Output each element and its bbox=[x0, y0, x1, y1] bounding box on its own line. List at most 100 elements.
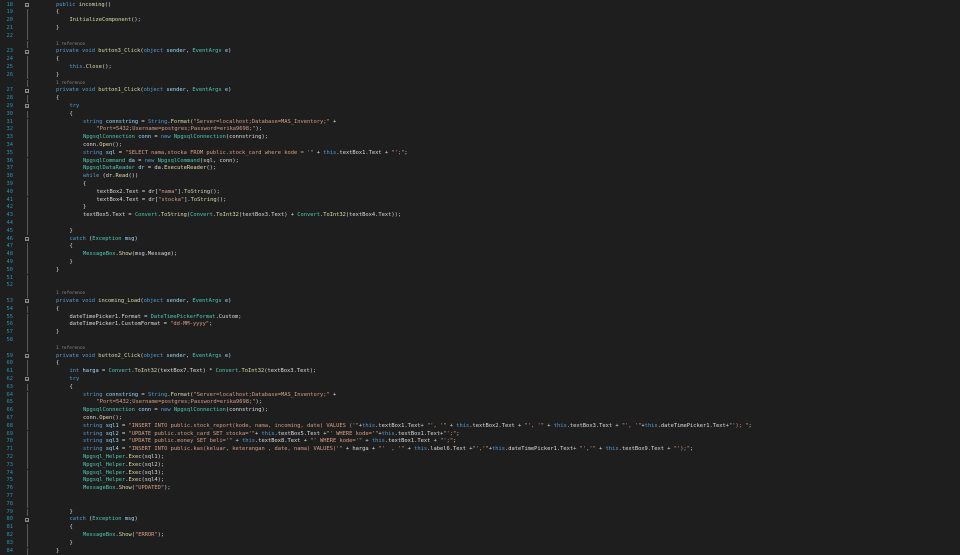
code-line[interactable]: 63{ bbox=[0, 384, 960, 392]
code-token: } bbox=[70, 540, 73, 546]
code-line[interactable]: 24{ bbox=[0, 56, 960, 64]
code-line[interactable]: 62−try bbox=[0, 376, 960, 384]
code-line[interactable]: 52 bbox=[0, 282, 960, 290]
code-line[interactable]: 22 bbox=[0, 33, 960, 41]
code-line[interactable]: 76MessageBox.Show("UPDATED"); bbox=[0, 485, 960, 493]
code-line[interactable]: 67conn.Open(); bbox=[0, 415, 960, 423]
code-line[interactable]: 18−public incoming() bbox=[0, 2, 960, 10]
code-token: Show bbox=[119, 251, 132, 257]
collapse-icon[interactable]: − bbox=[25, 50, 29, 54]
code-line[interactable]: 70string sql3 = "UPDATE public.money SET… bbox=[0, 438, 960, 446]
code-line[interactable]: 40textBox2.Text = dr["nama"].ToString(); bbox=[0, 189, 960, 197]
code-line[interactable]: 64string connstring = String.Format("Ser… bbox=[0, 392, 960, 400]
code-line[interactable]: 41textBox4.Text = dr["stocka"].ToString(… bbox=[0, 197, 960, 205]
code-line[interactable]: 1 reference bbox=[0, 345, 960, 353]
code-token: + bbox=[313, 150, 323, 156]
code-line[interactable]: 60{ bbox=[0, 360, 960, 368]
code-line[interactable]: 53−private void incoming_Load(object sen… bbox=[0, 298, 960, 306]
collapse-icon[interactable]: − bbox=[25, 3, 29, 7]
code-text: 1 reference bbox=[56, 80, 85, 88]
code-token: + bbox=[232, 438, 242, 444]
code-line[interactable]: 66NpgsqlConnection conn = new NpgsqlConn… bbox=[0, 407, 960, 415]
code-line[interactable]: 29−try bbox=[0, 103, 960, 111]
code-line[interactable]: 48MessageBox.Show(msg.Message); bbox=[0, 251, 960, 259]
codelens-reference[interactable]: 1 reference bbox=[56, 291, 85, 296]
code-line[interactable]: 82MessageBox.Show("ERROR"); bbox=[0, 532, 960, 540]
code-token: sender bbox=[166, 87, 185, 93]
code-line[interactable]: 69string sql2 = "UPDATE public.stock_car… bbox=[0, 431, 960, 439]
code-line[interactable]: 36NpgsqlCommand da = new NpgsqlCommand(s… bbox=[0, 158, 960, 166]
code-line[interactable]: 45} bbox=[0, 228, 960, 236]
code-line[interactable]: 37NpgsqlDataReader dr = da.ExecuteReader… bbox=[0, 165, 960, 173]
collapse-icon[interactable]: − bbox=[25, 354, 29, 358]
code-line[interactable]: 32"Port=5432;Username=postgres;Password=… bbox=[0, 126, 960, 134]
code-line[interactable]: 1 reference bbox=[0, 290, 960, 298]
code-line[interactable]: 28{ bbox=[0, 95, 960, 103]
code-line[interactable]: 71string sql4 = "INSERT INTO public.kas(… bbox=[0, 446, 960, 454]
collapse-icon[interactable]: − bbox=[25, 104, 29, 108]
code-text: 1 reference bbox=[56, 41, 85, 49]
code-line[interactable]: 59−private void button2_Click(object sen… bbox=[0, 353, 960, 361]
code-line[interactable]: 44 bbox=[0, 220, 960, 228]
code-line[interactable]: 46−catch (Exception msg) bbox=[0, 236, 960, 244]
code-line[interactable]: 47{ bbox=[0, 243, 960, 251]
code-line[interactable]: 42} bbox=[0, 204, 960, 212]
code-editor[interactable]: 18−public incoming()19{20InitializeCompo… bbox=[0, 0, 960, 548]
line-number: 72 bbox=[0, 454, 13, 462]
code-line[interactable]: 49} bbox=[0, 259, 960, 267]
code-token: textBox4.Text = dr[ bbox=[97, 197, 159, 203]
code-line[interactable]: 34conn.Open(); bbox=[0, 142, 960, 150]
code-line[interactable]: 33NpgsqlConnection conn = new NpgsqlConn… bbox=[0, 134, 960, 142]
code-line[interactable]: 55dateTimePicker1.Format = DateTimePicke… bbox=[0, 314, 960, 322]
code-line[interactable]: 68string sql1 = "INSERT INTO public.stoc… bbox=[0, 423, 960, 431]
code-line[interactable]: 25this.Close(); bbox=[0, 64, 960, 72]
codelens-reference[interactable]: 1 reference bbox=[56, 346, 85, 351]
code-line[interactable]: 78 bbox=[0, 501, 960, 509]
code-line[interactable]: 35string sql = "SELECT nama,stocka FROM … bbox=[0, 150, 960, 158]
code-line[interactable]: 20InitializeComponent(); bbox=[0, 17, 960, 25]
codelens-reference[interactable]: 1 reference bbox=[56, 81, 85, 86]
code-line[interactable]: 81{ bbox=[0, 524, 960, 532]
code-line[interactable]: 38while (dr.Read()) bbox=[0, 173, 960, 181]
code-token: (msg.Message); bbox=[132, 251, 177, 257]
collapse-icon[interactable]: − bbox=[25, 237, 29, 241]
code-line[interactable]: 80−catch (Exception msg) bbox=[0, 516, 960, 524]
code-text: } bbox=[70, 509, 73, 517]
code-line[interactable]: 27−private void button1_Click(object sen… bbox=[0, 87, 960, 95]
code-line[interactable]: 56dateTimePicker1.CustomFormat = "dd-MM-… bbox=[0, 321, 960, 329]
code-line[interactable]: 54{ bbox=[0, 306, 960, 314]
code-line[interactable]: 58 bbox=[0, 337, 960, 345]
code-line[interactable]: 1 reference bbox=[0, 41, 960, 49]
code-line[interactable]: 77 bbox=[0, 493, 960, 501]
code-line[interactable]: 83} bbox=[0, 540, 960, 548]
collapse-icon[interactable]: − bbox=[25, 377, 29, 381]
code-line[interactable]: 21} bbox=[0, 25, 960, 33]
collapse-icon[interactable]: − bbox=[25, 518, 29, 522]
collapse-icon[interactable]: − bbox=[25, 299, 29, 303]
code-line[interactable]: 43textBox5.Text = Convert.ToString(Conve… bbox=[0, 212, 960, 220]
collapse-icon[interactable]: − bbox=[25, 89, 29, 93]
code-line[interactable]: 73Npgsql_Helper.Exec(sql2); bbox=[0, 462, 960, 470]
code-line[interactable]: 23−private void button3_Click(object sen… bbox=[0, 48, 960, 56]
code-line[interactable]: 57} bbox=[0, 329, 960, 337]
codelens-reference[interactable]: 1 reference bbox=[56, 42, 85, 47]
code-line[interactable]: 1 reference bbox=[0, 80, 960, 88]
line-number: 20 bbox=[0, 17, 13, 25]
code-line[interactable]: 50} bbox=[0, 267, 960, 275]
code-line[interactable]: 31string connstring = String.Format("Ser… bbox=[0, 119, 960, 127]
code-line[interactable]: 26} bbox=[0, 72, 960, 80]
code-line[interactable]: 79} bbox=[0, 509, 960, 517]
code-line[interactable]: 30{ bbox=[0, 111, 960, 119]
code-line[interactable]: 61int harga = Convert.ToInt32(textBox7.T… bbox=[0, 368, 960, 376]
code-token: + bbox=[330, 119, 337, 125]
line-number: 58 bbox=[0, 337, 13, 345]
code-line[interactable]: 84} bbox=[0, 548, 960, 555]
code-line[interactable]: 39{ bbox=[0, 181, 960, 189]
code-line[interactable]: 72Npgsql_Helper.Exec(sql1); bbox=[0, 454, 960, 462]
code-line[interactable]: 19{ bbox=[0, 9, 960, 17]
code-line[interactable]: 51 bbox=[0, 275, 960, 283]
code-line[interactable]: 65"Port=5432;Username=postgres;Password=… bbox=[0, 399, 960, 407]
code-text: { bbox=[70, 524, 73, 532]
code-line[interactable]: 74Npgsql_Helper.Exec(sql3); bbox=[0, 470, 960, 478]
code-line[interactable]: 75Npgsql_Helper.Exec(sql4); bbox=[0, 477, 960, 485]
